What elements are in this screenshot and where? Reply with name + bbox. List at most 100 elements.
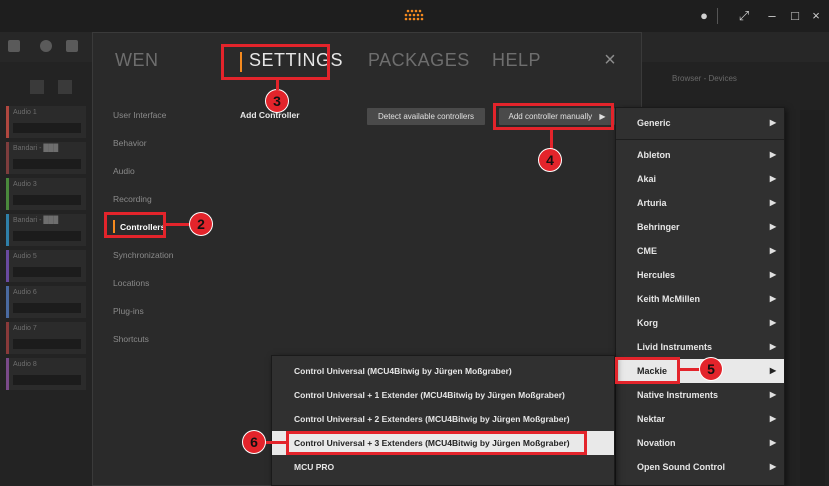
submenu-arrow-icon: ▶ bbox=[769, 174, 776, 183]
track-level-bar bbox=[13, 231, 81, 241]
vendor-item-akai[interactable]: Akai ▶ bbox=[616, 167, 784, 191]
record-dot-icon[interactable]: ● bbox=[694, 6, 714, 26]
vendor-item-behringer[interactable]: Behringer ▶ bbox=[616, 215, 784, 239]
submenu-arrow-icon: ▶ bbox=[769, 318, 776, 327]
vendor-item-ableton[interactable]: Ableton ▶ bbox=[616, 143, 784, 167]
submenu-arrow-icon: ▶ bbox=[769, 438, 776, 447]
vendor-item-label: Akai bbox=[637, 174, 657, 184]
step-badge-2: 2 bbox=[190, 213, 212, 235]
toolbar-icon[interactable] bbox=[8, 40, 20, 52]
step-badge-6: 6 bbox=[243, 431, 265, 453]
vendor-item-label: Livid Instruments bbox=[637, 342, 713, 352]
track-level-bar bbox=[13, 123, 81, 133]
track-header[interactable]: Audio 5 bbox=[6, 250, 86, 282]
step-badge-5: 5 bbox=[700, 358, 722, 380]
maximize-button[interactable]: □ bbox=[785, 6, 805, 26]
submenu-arrow-icon: ▶ bbox=[769, 294, 776, 303]
menu-divider bbox=[616, 139, 784, 140]
highlight-3-extenders bbox=[286, 431, 587, 455]
nav-user-interface[interactable]: User Interface bbox=[113, 110, 166, 120]
vendor-item-generic[interactable]: Generic ▶ bbox=[616, 111, 784, 135]
track-level-bar bbox=[13, 159, 81, 169]
nav-locations[interactable]: Locations bbox=[113, 278, 149, 288]
submenu-arrow-icon: ▶ bbox=[769, 246, 776, 255]
step-badge-3: 3 bbox=[266, 90, 288, 112]
vendor-item-arturia[interactable]: Arturia ▶ bbox=[616, 191, 784, 215]
submenu-item[interactable]: Control Universal + 1 Extender (MCU4Bitw… bbox=[272, 383, 614, 407]
vendor-item-label: Novation bbox=[637, 438, 676, 448]
vendor-item-novation[interactable]: Novation ▶ bbox=[616, 431, 784, 455]
tab-help[interactable]: HELP bbox=[492, 50, 541, 71]
annotation-connector bbox=[166, 223, 190, 226]
annotation-connector bbox=[550, 130, 553, 149]
nav-audio[interactable]: Audio bbox=[113, 166, 135, 176]
detect-controllers-button[interactable]: Detect available controllers bbox=[367, 108, 485, 125]
track-name: Audio 5 bbox=[13, 253, 37, 260]
vendor-item-label: Keith McMillen bbox=[637, 294, 701, 304]
submenu-arrow-icon: ▶ bbox=[769, 414, 776, 423]
minimize-button[interactable]: – bbox=[762, 6, 782, 26]
vendor-item-label: Generic bbox=[637, 118, 671, 128]
submenu-arrow-icon: ▶ bbox=[769, 462, 776, 471]
dock-icon[interactable]: ⤢ bbox=[734, 6, 754, 26]
nav-recording[interactable]: Recording bbox=[113, 194, 152, 204]
nav-shortcuts[interactable]: Shortcuts bbox=[113, 334, 149, 344]
track-header[interactable]: Bandari - ███ bbox=[6, 142, 86, 174]
track-name: Audio 1 bbox=[13, 109, 37, 116]
track-level-bar bbox=[13, 303, 81, 313]
submenu-arrow-icon: ▶ bbox=[769, 390, 776, 399]
nav-synchronization[interactable]: Synchronization bbox=[113, 250, 173, 260]
vendor-item-label: Nektar bbox=[637, 414, 666, 424]
submenu-item[interactable]: Control Universal + 2 Extenders (MCU4Bit… bbox=[272, 407, 614, 431]
vendor-item-keith-mcmillen[interactable]: Keith McMillen ▶ bbox=[616, 287, 784, 311]
vendor-item-korg[interactable]: Korg ▶ bbox=[616, 311, 784, 335]
tab-wen[interactable]: WEN bbox=[115, 50, 159, 71]
window-close-button[interactable]: × bbox=[806, 6, 826, 26]
track-header[interactable]: Audio 8 bbox=[6, 358, 86, 390]
submenu-item[interactable]: MCU PRO bbox=[272, 455, 614, 479]
track-header-icon[interactable] bbox=[58, 80, 72, 94]
add-controller-label: Add Controller bbox=[240, 110, 300, 120]
vendor-item-open-sound-control[interactable]: Open Sound Control ▶ bbox=[616, 455, 784, 479]
nav-plug-ins[interactable]: Plug-ins bbox=[113, 306, 144, 316]
vendor-item-label: Ableton bbox=[637, 150, 671, 160]
vendor-item-label: Native Instruments bbox=[637, 390, 719, 400]
track-level-bar bbox=[13, 195, 81, 205]
track-header-icon[interactable] bbox=[30, 80, 44, 94]
track-name: Audio 6 bbox=[13, 289, 37, 296]
track-header[interactable]: Audio 3 bbox=[6, 178, 86, 210]
browser-title: Browser - Devices bbox=[672, 74, 737, 83]
submenu-arrow-icon: ▶ bbox=[769, 150, 776, 159]
vendor-menu: Generic ▶ Ableton ▶ Akai ▶ Arturia ▶ Behringer ▶ C… bbox=[615, 107, 785, 486]
highlight-mackie bbox=[615, 357, 680, 384]
step-badge-4: 4 bbox=[539, 149, 561, 171]
mackie-submenu: Control Universal (MCU4Bitwig by Jürgen … bbox=[271, 355, 615, 486]
vendor-item-hercules[interactable]: Hercules ▶ bbox=[616, 263, 784, 287]
track-name: Audio 7 bbox=[13, 325, 37, 332]
submenu-arrow-icon: ▶ bbox=[769, 342, 776, 351]
track-level-bar bbox=[13, 375, 81, 385]
track-level-bar bbox=[13, 339, 81, 349]
vendor-item-native-instruments[interactable]: Native Instruments ▶ bbox=[616, 383, 784, 407]
track-name: Bandari - ███ bbox=[13, 217, 59, 224]
vendor-item-cme[interactable]: CME ▶ bbox=[616, 239, 784, 263]
close-icon[interactable]: × bbox=[599, 48, 621, 72]
track-name: Audio 3 bbox=[13, 181, 37, 188]
track-level-bar bbox=[13, 267, 81, 277]
vendor-item-nektar[interactable]: Nektar ▶ bbox=[616, 407, 784, 431]
submenu-arrow-icon: ▶ bbox=[769, 222, 776, 231]
vendor-item-label: Behringer bbox=[637, 222, 680, 232]
track-header[interactable]: Audio 7 bbox=[6, 322, 86, 354]
tab-packages[interactable]: PACKAGES bbox=[368, 50, 470, 71]
submenu-item[interactable]: Control Universal (MCU4Bitwig by Jürgen … bbox=[272, 359, 614, 383]
track-header[interactable]: Bandari - ███ bbox=[6, 214, 86, 246]
toolbar-icon[interactable] bbox=[66, 40, 78, 52]
track-header[interactable]: Audio 6 bbox=[6, 286, 86, 318]
vendor-item-livid-instruments[interactable]: Livid Instruments ▶ bbox=[616, 335, 784, 359]
title-divider bbox=[717, 8, 718, 24]
annotation-connector bbox=[265, 441, 286, 444]
highlight-controllers bbox=[104, 212, 166, 238]
track-header[interactable]: Audio 1 bbox=[6, 106, 86, 138]
nav-behavior[interactable]: Behavior bbox=[113, 138, 147, 148]
toolbar-icon[interactable] bbox=[40, 40, 52, 52]
